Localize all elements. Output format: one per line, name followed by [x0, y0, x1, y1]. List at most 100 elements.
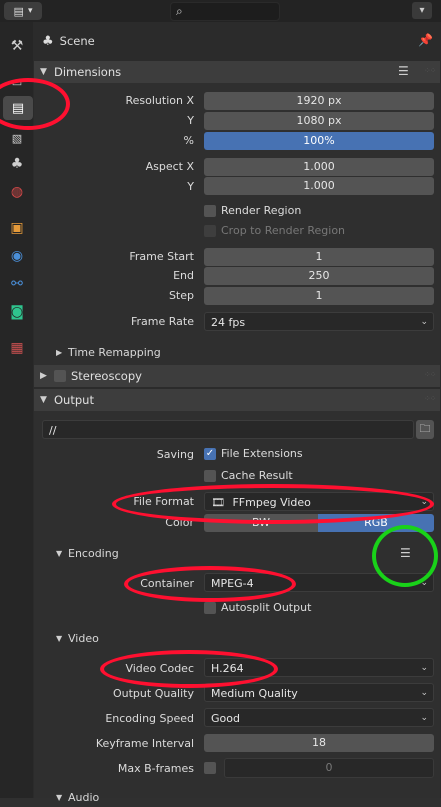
- tab-object[interactable]: ▣: [4, 216, 30, 240]
- time-remapping-title: Time Remapping: [68, 345, 161, 359]
- file-extensions-checkbox[interactable]: ✓: [204, 448, 216, 460]
- max-bframes-checkbox[interactable]: [204, 762, 216, 774]
- collapsed-arrow-icon: ▶: [40, 371, 47, 381]
- file-format-value: FFmpeg Video: [232, 496, 311, 509]
- tab-constraints[interactable]: ⚯: [4, 272, 30, 296]
- video-codec-dropdown[interactable]: H.264 ⌄: [204, 658, 434, 677]
- editor-type-icon: ▤: [13, 4, 24, 18]
- render-region-checkbox[interactable]: [204, 205, 216, 217]
- output-quality-value: Medium Quality: [211, 687, 298, 700]
- color-rgb-option[interactable]: RGB: [318, 514, 434, 532]
- container-dropdown[interactable]: MPEG-4 ⌄: [204, 573, 434, 592]
- expand-arrow-icon: ▼: [40, 395, 47, 405]
- video-subheader[interactable]: ▼ Video: [56, 628, 99, 648]
- stereoscopy-checkbox[interactable]: [54, 370, 66, 382]
- tab-view-layer[interactable]: ▧: [4, 126, 30, 150]
- drag-grip-icon[interactable]: ⁘⁘: [424, 66, 436, 75]
- output-quality-label: Output Quality: [112, 687, 194, 700]
- physics-icon: ◉: [10, 248, 24, 264]
- max-bframes-field[interactable]: 0: [224, 758, 434, 778]
- presets-list-icon[interactable]: ☰: [398, 64, 409, 78]
- percent-label: %: [183, 134, 194, 147]
- output-path-input[interactable]: //: [42, 420, 414, 439]
- container-value: MPEG-4: [211, 577, 254, 590]
- chevron-down-icon: ⌄: [420, 578, 428, 588]
- stereoscopy-title: Stereoscopy: [71, 369, 142, 383]
- tab-output[interactable]: ▤: [3, 96, 33, 120]
- resolution-y-label: Y: [187, 114, 194, 127]
- resolution-x-label: Resolution X: [125, 94, 194, 107]
- encoding-presets-list-icon[interactable]: ☰: [400, 546, 411, 560]
- container-label: Container: [140, 577, 194, 590]
- tab-tool[interactable]: ⚒: [4, 34, 30, 58]
- encoding-subheader[interactable]: ▼ Encoding: [56, 543, 119, 563]
- crop-region-label: Crop to Render Region: [221, 224, 346, 237]
- scene-icon: ♣: [42, 33, 54, 49]
- collapsed-arrow-icon: ▶: [56, 347, 63, 357]
- drag-grip-icon[interactable]: ⁘⁘: [424, 370, 436, 379]
- scene-label: Scene: [59, 34, 95, 48]
- output-path-value: //: [49, 424, 57, 437]
- stereoscopy-panel-header[interactable]: ▶ Stereoscopy: [34, 365, 440, 387]
- encoding-speed-dropdown[interactable]: Good ⌄: [204, 708, 434, 727]
- drag-grip-icon[interactable]: ⁘⁘: [424, 394, 436, 403]
- color-mode-toggle: BW RGB: [204, 514, 434, 532]
- color-label: Color: [165, 516, 194, 529]
- keyframe-interval-label: Keyframe Interval: [95, 737, 194, 750]
- encoding-speed-label: Encoding Speed: [105, 712, 194, 725]
- options-dropdown-button[interactable]: ▾: [412, 2, 432, 19]
- frame-start-field[interactable]: 1: [204, 248, 434, 266]
- frame-start-label: Frame Start: [129, 250, 194, 263]
- resolution-x-field[interactable]: 1920 px: [204, 92, 434, 110]
- audio-subheader[interactable]: ▼ Audio: [56, 787, 99, 807]
- color-bw-option[interactable]: BW: [204, 514, 318, 532]
- scene-icon: ♣: [10, 156, 24, 172]
- frame-rate-dropdown[interactable]: 24 fps ⌄: [204, 312, 434, 331]
- crop-region-checkbox[interactable]: [204, 225, 216, 237]
- folder-browse-button[interactable]: 🗀: [416, 420, 434, 439]
- file-format-dropdown[interactable]: 🎞 FFmpeg Video ⌄: [204, 492, 434, 511]
- tab-data[interactable]: ◙: [4, 300, 30, 324]
- output-title: Output: [54, 393, 94, 407]
- top-bar: ▤ ▾ ⌕ ▾: [0, 0, 441, 22]
- cache-result-checkbox[interactable]: [204, 470, 216, 482]
- tab-scene[interactable]: ♣: [4, 152, 30, 176]
- render-region-label: Render Region: [221, 204, 302, 217]
- expand-arrow-icon: ▼: [56, 792, 63, 802]
- autosplit-checkbox[interactable]: [204, 602, 216, 614]
- frame-step-label: Step: [168, 289, 194, 302]
- output-quality-dropdown[interactable]: Medium Quality ⌄: [204, 683, 434, 702]
- world-icon: ◍: [10, 184, 24, 200]
- dimensions-panel-header[interactable]: ▼ Dimensions: [34, 61, 440, 83]
- keyframe-interval-field[interactable]: 18: [204, 734, 434, 752]
- tab-texture[interactable]: ▦: [4, 336, 30, 360]
- aspect-y-label: Y: [187, 180, 194, 193]
- resolution-percent-slider[interactable]: 100%: [204, 132, 434, 150]
- tab-world[interactable]: ◍: [4, 180, 30, 204]
- file-extensions-label: File Extensions: [221, 447, 303, 460]
- frame-end-field[interactable]: 250: [204, 267, 434, 285]
- checkmark-icon: ✓: [205, 448, 215, 459]
- chevron-down-icon: ⌄: [420, 497, 428, 507]
- max-bframes-label: Max B-frames: [117, 762, 194, 775]
- saving-label: Saving: [156, 448, 194, 461]
- chevron-down-icon: ▾: [27, 6, 33, 16]
- frame-step-field[interactable]: 1: [204, 287, 434, 305]
- pin-icon[interactable]: 📌: [418, 33, 433, 47]
- frame-rate-value: 24 fps: [211, 316, 246, 329]
- search-input[interactable]: ⌕: [170, 2, 280, 21]
- properties-tab-strip: ⚒ ▭ ▤ ▧ ♣ ◍ ▣ ◉ ⚯ ◙ ▦: [0, 22, 33, 798]
- editor-type-button[interactable]: ▤ ▾: [4, 2, 42, 20]
- output-panel-header[interactable]: ▼ Output: [34, 389, 440, 411]
- image-stack-icon: ▧: [11, 131, 23, 145]
- film-icon: 🎞: [211, 496, 225, 509]
- chevron-down-icon: ⌄: [420, 713, 428, 723]
- resolution-y-field[interactable]: 1080 px: [204, 112, 434, 130]
- aspect-x-field[interactable]: 1.000: [204, 158, 434, 176]
- tab-render[interactable]: ▭: [4, 70, 30, 94]
- aspect-y-field[interactable]: 1.000: [204, 177, 434, 195]
- object-icon: ▣: [10, 220, 24, 236]
- tab-physics[interactable]: ◉: [4, 244, 30, 268]
- time-remapping-subheader[interactable]: ▶ Time Remapping: [56, 342, 161, 362]
- video-title: Video: [68, 631, 99, 645]
